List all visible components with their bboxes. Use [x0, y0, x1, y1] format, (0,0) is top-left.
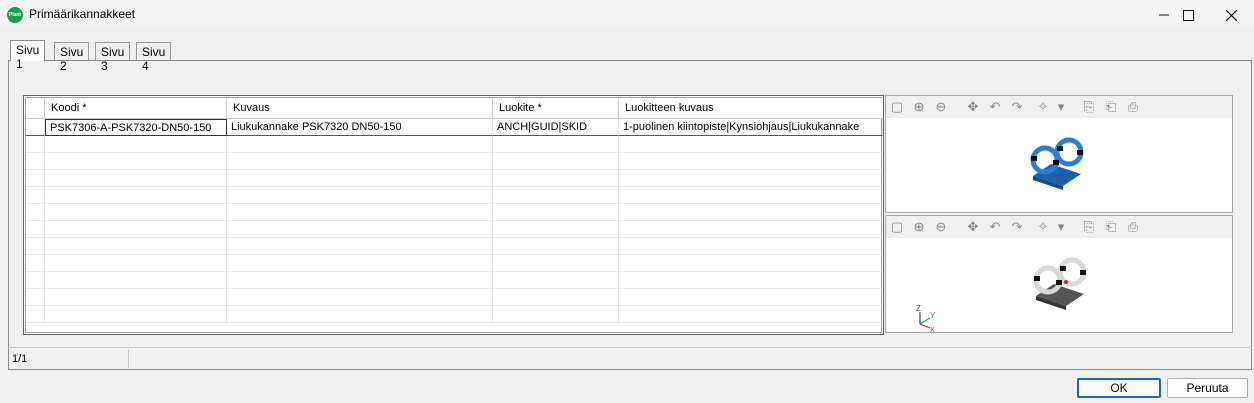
maximize-button[interactable] — [1165, 0, 1211, 30]
ok-button[interactable]: OK — [1077, 378, 1161, 398]
title-bar: Plant Primäärikannakkeet — [0, 0, 1254, 30]
zoom-extents-icon[interactable]: ▢ — [888, 218, 906, 236]
column-header-kuvaus[interactable]: Kuvaus — [227, 98, 493, 119]
axis-x-label: X — [930, 327, 935, 332]
table-row-empty[interactable] — [26, 306, 883, 323]
export-icon[interactable]: ⎙ — [1124, 218, 1142, 236]
export-icon[interactable]: ⎙ — [1124, 98, 1142, 116]
zoom-in-icon[interactable]: ⊕ — [910, 218, 928, 236]
cell-luokitteen-kuvaus[interactable]: 1-puolinen kiintopiste|Kynsiohjaus|Liuku… — [619, 119, 883, 136]
zoom-extents-icon[interactable]: ▢ — [888, 98, 906, 116]
table-row-empty[interactable] — [26, 204, 883, 221]
support-preview-blue — [1030, 137, 1084, 190]
zoom-out-icon[interactable]: ⊖ — [932, 98, 950, 116]
dialog-window: Plant Primäärikannakkeet Sivu 1 Sivu 2 S… — [0, 0, 1254, 403]
axis-z-label: Z — [916, 304, 921, 313]
tab-sivu-3[interactable]: Sivu 3 — [95, 42, 131, 73]
column-header-luokite[interactable]: Luokite * — [493, 98, 619, 119]
close-icon — [1225, 9, 1237, 21]
table-row-empty[interactable] — [26, 272, 883, 289]
tab-sivu-2[interactable]: Sivu 2 — [54, 42, 90, 73]
zoom-in-icon[interactable]: ⊕ — [910, 98, 928, 116]
pan-icon[interactable]: ✥ — [964, 98, 982, 116]
row-header-corner — [26, 98, 45, 119]
rotate-left-icon[interactable]: ↶ — [986, 98, 1004, 116]
axis-triad-icon: Z Y X — [916, 304, 936, 332]
chevron-down-icon[interactable]: ▾ — [1052, 98, 1070, 116]
paste-icon[interactable]: ⎗ — [1102, 218, 1120, 236]
axis-y-label: Y — [930, 311, 936, 320]
cancel-button[interactable]: Peruuta — [1167, 378, 1248, 398]
tab-sivu-4[interactable]: Sivu 4 — [136, 42, 172, 73]
table-row-empty[interactable] — [26, 289, 883, 306]
window-title: Primäärikannakkeet — [29, 7, 136, 21]
preview-toolbar-bottom: ▢ ⊕ ⊖ ✥ ↶ ↷ ✧ ▾ ⎘ ⎗ ⎙ — [886, 216, 1232, 238]
maximize-icon — [1182, 9, 1194, 21]
copy-icon[interactable]: ⎘ — [1080, 98, 1098, 116]
paste-icon[interactable]: ⎗ — [1102, 98, 1120, 116]
pan-icon[interactable]: ✥ — [964, 218, 982, 236]
copy-icon[interactable]: ⎘ — [1080, 218, 1098, 236]
cell-kuvaus[interactable]: Liukukannake PSK7320 DN50-150 — [227, 119, 493, 136]
table-row-empty[interactable] — [26, 255, 883, 272]
row-header[interactable] — [26, 119, 45, 136]
view-orientation-icon[interactable]: ✧ — [1034, 98, 1052, 116]
status-divider — [128, 350, 129, 368]
data-grid: Koodi * Kuvaus Luokite * Luokitteen kuva… — [23, 95, 884, 335]
table-row-empty[interactable] — [26, 238, 883, 255]
status-bar: 1/1 — [8, 347, 1252, 369]
table-row-empty[interactable] — [26, 170, 883, 187]
chevron-down-icon[interactable]: ▾ — [1052, 218, 1070, 236]
preview-pane-top[interactable]: ▢ ⊕ ⊖ ✥ ↶ ↷ ✧ ▾ ⎘ ⎗ ⎙ — [885, 95, 1233, 213]
zoom-out-icon[interactable]: ⊖ — [932, 218, 950, 236]
table-row-empty[interactable] — [26, 221, 883, 238]
tab-sivu-1[interactable]: Sivu 1 — [10, 40, 46, 71]
column-header-luokitteen-kuvaus[interactable]: Luokitteen kuvaus — [619, 98, 883, 119]
table-row-empty[interactable] — [26, 153, 883, 170]
page-counter: 1/1 — [12, 353, 28, 365]
table-row[interactable]: PSK7306-A-PSK7320-DN50-150 Liukukannake … — [26, 119, 883, 136]
view-orientation-icon[interactable]: ✧ — [1034, 218, 1052, 236]
cell-luokite[interactable]: ANCH|GUID|SKID — [493, 119, 619, 136]
rotate-left-icon[interactable]: ↶ — [986, 218, 1004, 236]
preview-toolbar-top: ▢ ⊕ ⊖ ✥ ↶ ↷ ✧ ▾ ⎘ ⎗ ⎙ — [886, 96, 1232, 118]
table-row-empty[interactable] — [26, 136, 883, 153]
table-row-empty[interactable] — [26, 187, 883, 204]
cell-koodi[interactable]: PSK7306-A-PSK7320-DN50-150 — [45, 119, 227, 136]
column-header-koodi[interactable]: Koodi * — [45, 98, 227, 119]
support-preview-grey — [1033, 257, 1087, 310]
close-button[interactable] — [1208, 0, 1254, 30]
rotate-right-icon[interactable]: ↷ — [1008, 98, 1026, 116]
rotate-right-icon[interactable]: ↷ — [1008, 218, 1026, 236]
app-logo-icon: Plant — [7, 7, 23, 23]
